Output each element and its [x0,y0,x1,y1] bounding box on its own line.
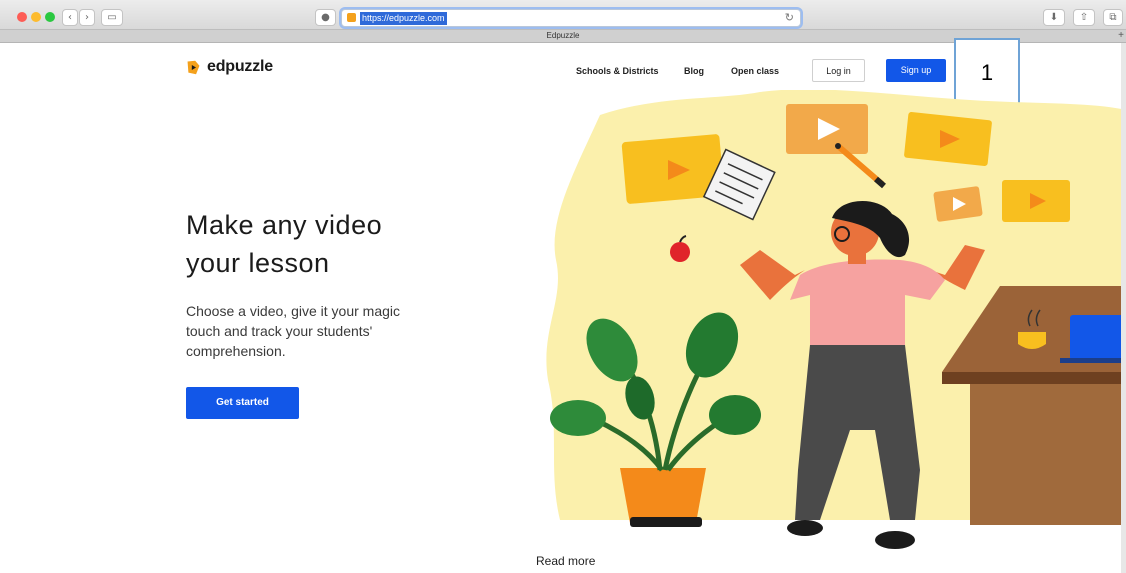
read-more-link[interactable]: Read more [536,554,595,568]
new-tab-button[interactable]: + [1118,30,1124,41]
tabs-icon[interactable]: ⧉ [1103,9,1123,26]
share-icon[interactable]: ⇧ [1073,9,1095,26]
edpuzzle-logo-icon [187,60,200,74]
close-window-button[interactable] [17,12,27,22]
nav-schools-districts[interactable]: Schools & Districts [576,66,659,76]
url-text[interactable]: https://edpuzzle.com [360,12,447,25]
headline-line: Make any video [186,210,383,240]
video-card-2 [786,104,868,154]
logo-text: edpuzzle [207,58,273,75]
reload-icon[interactable]: ↻ [785,11,794,24]
get-started-button[interactable]: Get started [186,387,299,419]
subtext-line: touch and track your students' [186,323,373,339]
page-scrollbar[interactable] [1121,43,1126,573]
video-card-4 [933,186,983,222]
sidebar-icon[interactable]: ▭ [101,9,123,26]
subtext-line: comprehension. [186,343,286,359]
shield-icon[interactable]: ● [315,9,336,26]
minimize-window-button[interactable] [31,12,41,22]
browser-toolbar: ‹ › ▭ ● https://edpuzzle.com ↻ ⬇ ⇧ ⧉ [0,0,1126,30]
headline-line: your lesson [186,248,330,278]
hero-headline: Make any video your lesson [186,206,506,282]
address-bar[interactable]: https://edpuzzle.com ↻ [341,9,801,27]
annotation-number: 1 [980,60,994,85]
hero-illustration [546,90,1126,549]
nav-open-class[interactable]: Open class [731,66,779,76]
subtext-line: Choose a video, give it your magic [186,303,400,319]
video-card-5 [1002,180,1070,222]
signup-button[interactable]: Sign up [886,59,946,82]
back-icon[interactable]: ‹ [62,9,78,26]
zoom-window-button[interactable] [45,12,55,22]
site-favicon-icon [347,13,356,22]
video-card-3 [904,112,992,166]
nav-blog[interactable]: Blog [684,66,704,76]
forward-icon[interactable]: › [79,9,95,26]
hero-subtext: Choose a video, give it your magic touch… [186,301,486,361]
download-icon[interactable]: ⬇ [1043,9,1065,26]
login-button[interactable]: Log in [812,59,865,82]
site-logo[interactable]: edpuzzle [185,58,273,76]
